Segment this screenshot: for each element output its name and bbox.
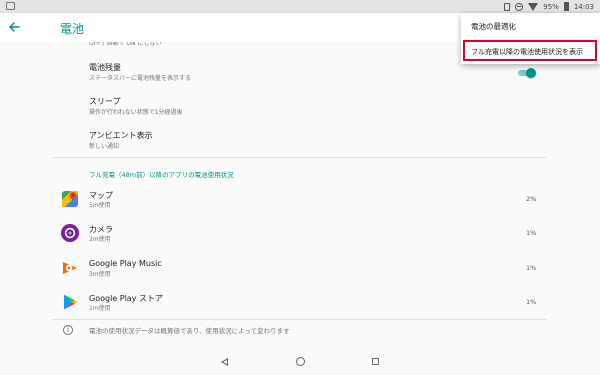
page-title: 電池 xyxy=(60,22,85,36)
image-notification-icon xyxy=(6,2,15,10)
play-music-icon xyxy=(63,262,77,274)
battery-percent: 95% xyxy=(543,2,559,11)
toggle-thumb xyxy=(526,68,536,78)
app-usage-percent: 1% xyxy=(526,264,537,272)
setting-title: スリープ xyxy=(89,97,121,106)
info-icon: i xyxy=(63,325,73,335)
usage-disclaimer: 電池の使用状況データは概算値であり、使用状況によって変わります xyxy=(89,327,290,335)
truncated-setting-text: OFF / 自動で ON にしない xyxy=(89,42,162,47)
wifi-icon xyxy=(528,2,539,11)
divider xyxy=(52,319,546,320)
app-usage-time: 2m使用 xyxy=(89,236,111,243)
vibrate-icon xyxy=(504,2,511,11)
usage-section-header: フル充電（48m前）以降のアプリの電池使用状況 xyxy=(89,171,234,179)
clock: 14:03 xyxy=(573,2,594,11)
system-navigation-bar xyxy=(0,349,600,375)
app-usage-time: 5m使用 xyxy=(89,202,111,209)
play-store-icon xyxy=(64,294,78,310)
app-usage-time: 3m使用 xyxy=(89,271,111,278)
setting-title: アンビエント表示 xyxy=(89,131,153,140)
app-usage-percent: 1% xyxy=(526,229,537,237)
setting-subtitle: ステータスバーに電池残量を表示する xyxy=(89,75,192,82)
battery-icon xyxy=(563,2,569,11)
overflow-menu: 電池の最適化 フル充電以降の電池使用状況を表示 xyxy=(461,13,600,64)
do-not-disturb-icon xyxy=(515,2,524,11)
settings-list: OFF / 自動で ON にしない 電池残量 ステータスバーに電池残量を表示する… xyxy=(0,42,600,349)
camera-icon xyxy=(61,224,79,242)
status-bar: 95% 14:03 xyxy=(0,0,600,13)
app-name: Google Play Music xyxy=(89,259,162,268)
nav-home-icon[interactable] xyxy=(296,357,305,366)
battery-level-toggle[interactable] xyxy=(518,68,536,78)
setting-title: 電池残量 xyxy=(89,63,121,72)
maps-icon xyxy=(62,191,78,207)
setting-subtitle: 操作が行われない状態で1分経過後 xyxy=(89,109,183,116)
menu-item-show-full-usage[interactable]: フル充電以降の電池使用状況を表示 xyxy=(463,40,597,61)
app-usage-time: 1m使用 xyxy=(89,305,111,312)
back-arrow-icon[interactable] xyxy=(6,19,22,35)
menu-item-battery-optimization[interactable]: 電池の最適化 xyxy=(471,21,516,32)
app-usage-percent: 2% xyxy=(526,195,537,203)
status-icons: 95% 14:03 xyxy=(504,1,594,12)
divider xyxy=(52,157,546,158)
nav-recents-icon[interactable] xyxy=(372,358,379,365)
nav-back-icon[interactable] xyxy=(221,358,228,366)
setting-subtitle: 新しい通知 xyxy=(89,143,120,150)
app-usage-percent: 1% xyxy=(526,298,537,306)
